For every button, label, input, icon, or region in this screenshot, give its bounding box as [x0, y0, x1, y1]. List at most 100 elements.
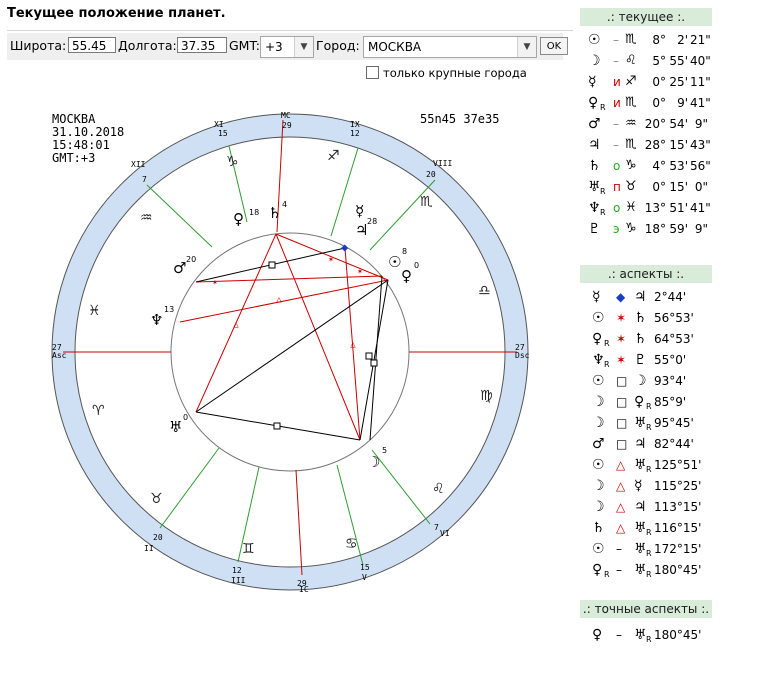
neptune-icon: ♆	[150, 311, 163, 329]
gmt-select[interactable]: +3 ▼	[260, 36, 314, 58]
aspect-angle: 2°44'	[654, 290, 687, 304]
planet-glyph: ♃	[634, 436, 647, 452]
house-ix-label: IX	[350, 120, 360, 129]
aspect-angle: 116°15'	[654, 521, 702, 535]
retrograde-mark: R	[646, 635, 652, 644]
square-marker	[365, 352, 373, 360]
planet-glyph: ☉	[592, 373, 605, 389]
aspect-mark: –	[613, 117, 619, 131]
taurus-icon: ♉	[150, 491, 163, 507]
city-select[interactable]: МОСКВА ▼	[363, 36, 537, 58]
sagittarius-icon: ♐	[327, 148, 340, 164]
aspect-row: ☉ ✶ ♄ 56°53'	[580, 309, 712, 330]
degree-value: 5°	[652, 54, 666, 68]
aspect-symbol: ✶	[616, 311, 627, 325]
ok-button[interactable]: OK	[540, 37, 568, 55]
aspects-panel: .: аспекты :. ☿ ◆ ♃ 2°44' ☉ ✶ ♄ 56°53' ♀ R ✶ ♄ 64°53…	[580, 265, 712, 582]
house-xi-label: XI	[214, 120, 224, 129]
house-vi-label: VI	[440, 529, 450, 538]
city-select-value: МОСКВА	[368, 40, 422, 54]
aspect-row: ☽ △ ♃ 113°15'	[580, 498, 712, 519]
aspect-angle: 56°53'	[654, 311, 694, 325]
sign-glyph: ♒	[625, 116, 637, 131]
sun-icon: ☉	[388, 253, 401, 271]
neptune-degree: 13	[164, 305, 174, 314]
aspects-header: .: аспекты :.	[580, 265, 712, 283]
retrograde-mark: R	[646, 465, 652, 474]
position-row: ♆ Rо ♓ 13° 51' 41"	[580, 199, 712, 220]
exact-aspects-header: .: точные аспекты :.	[580, 600, 712, 618]
aspect-angle: 93°4'	[654, 374, 687, 388]
degree-value: 0°	[652, 180, 666, 194]
aspect-row: ☉ △ ♅ R 125°51'	[580, 456, 712, 477]
planet-glyph: ☉	[592, 310, 605, 326]
position-row: ♇ э ♑ 18° 59' 9"	[580, 220, 712, 241]
minute-value: 15'	[669, 138, 688, 152]
only-big-cities-checkbox[interactable]	[366, 66, 379, 79]
aspect-symbol: △	[616, 521, 626, 535]
mars-icon: ♂	[173, 259, 186, 277]
only-big-cities-label: только крупные города	[383, 66, 527, 80]
sun-icon: ☉	[588, 32, 601, 48]
minute-value: 59'	[669, 222, 688, 236]
aspect-row: ☿ ◆ ♃ 2°44'	[580, 288, 712, 309]
minute-value: 51'	[669, 201, 688, 215]
sextile-marker: ✶	[212, 278, 218, 288]
house-v-degree: 15	[360, 563, 370, 572]
trine-marker: △	[233, 320, 239, 330]
square-marker	[370, 359, 378, 367]
second-value: 9"	[694, 222, 708, 236]
sextile-marker: ✶	[328, 255, 334, 265]
aspect-row: ♄ △ ♅ R 116°15'	[580, 519, 712, 540]
retrograde-mark: R	[604, 570, 610, 579]
aspect-row: ☽ □ ♀ R 85°9'	[580, 393, 712, 414]
planet-glyph: ♃	[634, 499, 647, 515]
aspect-row: ♀ R ✶ ♄ 64°53'	[580, 330, 712, 351]
cancer-icon: ♋	[345, 536, 358, 552]
position-row: ♄ о ♑ 4° 53' 56"	[580, 157, 712, 178]
aspect-mark: и	[613, 75, 621, 89]
trine-marker: △	[276, 295, 282, 305]
leo-icon: ♌	[432, 481, 445, 497]
planet-glyph: ♀	[592, 562, 603, 578]
chart-time: 15:48:01	[52, 138, 110, 152]
chart-gmt: GMT:+3	[52, 151, 95, 165]
current-header: .: текущее :.	[580, 8, 712, 26]
gmt-select-value: +3	[265, 40, 283, 54]
aspect-mark: –	[613, 54, 619, 68]
sign-glyph: ♑	[625, 221, 637, 236]
capricorn-icon: ♑	[226, 154, 239, 170]
aquarius-icon: ♒	[140, 210, 153, 226]
longitude-input[interactable]: 37.35	[177, 37, 227, 53]
latitude-input[interactable]: 55.45	[68, 37, 116, 53]
only-big-cities-option[interactable]: только крупные города	[366, 66, 527, 80]
aspect-angle: 82°44'	[654, 437, 694, 451]
planet-glyph: ♆	[592, 352, 605, 368]
planet-glyph: ♀	[634, 394, 645, 410]
aspect-mark: п	[613, 180, 621, 194]
minute-value: 53'	[669, 159, 688, 173]
degree-value: 0°	[652, 96, 666, 110]
sign-glyph: ♑	[625, 158, 637, 173]
second-value: 56"	[690, 159, 711, 173]
sign-glyph: ♓	[625, 200, 637, 215]
aspect-mark: –	[613, 33, 619, 47]
degree-value: 28°	[644, 138, 666, 152]
position-row: ☉ – ♏ 8° 2' 21"	[580, 31, 712, 52]
degree-value: 8°	[652, 33, 666, 47]
aspect-mark: и	[613, 96, 621, 110]
natal-chart: ♑ ♐ ♒ ♏ ♓ ♎ ♈ ♍ ♉ ♌ ♊ ♋ MC 29 29 IC 27 A…	[51, 111, 530, 594]
minute-value: 9'	[677, 96, 688, 110]
mercury-icon: ☿	[355, 202, 364, 220]
planet-glyph: ♂	[592, 436, 605, 452]
chart-city: МОСКВА	[52, 112, 96, 126]
sun-degree: 8	[402, 247, 407, 256]
house-xii-label: XII	[131, 160, 146, 169]
pluto-icon: ♀	[401, 267, 412, 285]
planet-glyph: ☿	[634, 478, 643, 494]
current-positions-panel: .: текущее :. ☉ – ♏ 8° 2' 21" ☽ – ♌ 5° 55' 40" ☿ и ♐ 0°…	[580, 8, 712, 241]
aspect-symbol: △	[616, 500, 626, 514]
second-value: 0"	[694, 180, 708, 194]
planet-glyph: ☿	[592, 289, 601, 305]
house-viii-degree: 20	[426, 170, 436, 179]
